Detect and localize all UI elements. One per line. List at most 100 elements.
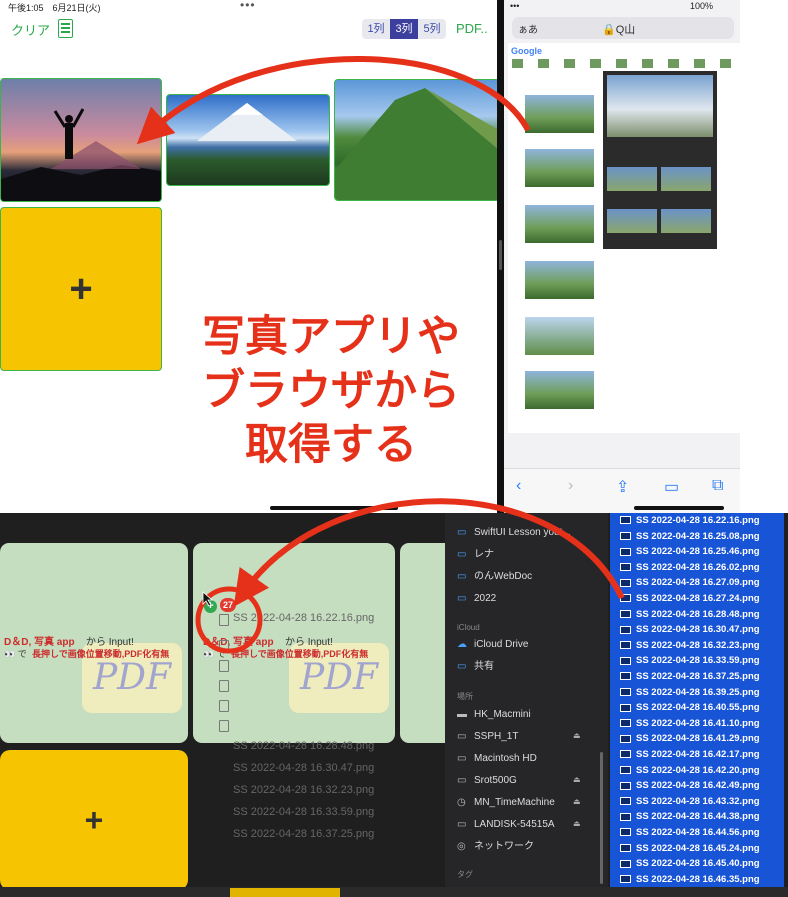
sidebar-location[interactable]: ▭ SSPH_1T [457,729,518,745]
file-row[interactable]: SS 2022-04-28 16.30.47.png [620,624,760,635]
file-row[interactable]: SS 2022-04-28 16.45.24.png [620,843,760,854]
address-bar[interactable]: ぁあ 🔒Q山 [512,17,734,39]
related-search-thumb[interactable] [694,59,705,68]
file-row[interactable]: SS 2022-04-28 16.42.49.png [620,780,760,791]
related-search-thumb[interactable] [512,59,523,68]
file-row[interactable]: SS 2022-04-28 16.40.55.png [620,702,760,713]
file-row[interactable]: SS 2022-04-28 16.33.59.png [620,655,760,666]
sidebar-label: 共有 [474,661,494,672]
eject-icon[interactable]: ⏏ [573,819,581,828]
add-image-tile[interactable]: + [0,750,188,890]
column-segmented-control[interactable]: 1列 3列 5列 [362,19,446,39]
png-file-icon [620,672,631,681]
sidebar-shared[interactable]: ▭ 共有 [457,659,494,675]
file-row[interactable]: SS 2022-04-28 16.42.17.png [620,749,760,760]
eject-icon[interactable]: ⏏ [573,775,581,784]
caption-line: ブラウザから [202,366,460,416]
sidebar-folder[interactable]: ▭ 2022 [457,591,496,607]
add-image-tile[interactable]: + [0,207,162,371]
safari-dots-icon[interactable]: ••• [510,1,519,11]
related-search-thumb[interactable] [642,59,653,68]
file-row[interactable]: SS 2022-04-28 16.22.16.png [620,515,760,526]
tabs-icon[interactable]: ⧉ [712,477,723,495]
related-image[interactable] [661,167,711,191]
file-row[interactable]: SS 2022-04-28 16.27.09.png [620,577,760,588]
caption-line: 取得する [245,420,417,470]
forward-icon[interactable]: › [568,477,573,495]
file-row[interactable]: SS 2022-04-28 16.44.38.png [620,811,760,822]
related-search-thumb[interactable] [564,59,575,68]
eject-icon[interactable]: ⏏ [573,797,581,806]
reader-aa-button[interactable]: ぁあ [518,21,538,36]
eject-icon[interactable]: ⏏ [573,731,581,740]
related-search-thumb[interactable] [590,59,601,68]
file-row[interactable]: SS 2022-04-28 16.45.40.png [620,858,760,869]
segment-3-columns[interactable]: 3列 [390,19,418,39]
folder-icon: ▭ [457,593,467,604]
share-icon[interactable]: ⇪ [616,477,629,497]
segment-5-columns[interactable]: 5列 [418,19,446,39]
home-indicator[interactable] [270,506,398,510]
pdf-button[interactable]: PDF.. [456,21,488,36]
file-row[interactable]: SS 2022-04-28 16.27.24.png [620,593,760,604]
document-icon[interactable] [58,19,73,38]
result-image[interactable] [525,95,594,133]
result-image[interactable] [525,205,594,243]
file-row[interactable]: SS 2022-04-28 16.32.23.png [620,640,760,651]
related-image[interactable] [607,209,657,233]
related-search-thumb[interactable] [538,59,549,68]
sidebar-folder[interactable]: ▭ SwiftUI Lesson yout... [457,525,571,541]
split-view-handle[interactable] [499,240,502,270]
sidebar-location[interactable]: ▭ LANDISK-54515A [457,817,555,833]
related-search-thumb[interactable] [616,59,627,68]
dragged-file-name: SS 2022-04-28 16.37.25.png [233,828,375,840]
google-image-results: Google [508,43,740,433]
sidebar-location[interactable]: ◎ ネットワーク [457,839,534,855]
file-row[interactable]: SS 2022-04-28 16.44.56.png [620,827,760,838]
file-row[interactable]: SS 2022-04-28 16.41.10.png [620,718,760,729]
bookmarks-icon[interactable]: ▭ [664,477,679,497]
sidebar-scrollbar[interactable] [600,752,603,884]
preview-image[interactable] [607,75,713,137]
sidebar-location[interactable]: ▬ HK_Macmini [457,707,531,723]
file-row[interactable]: SS 2022-04-28 16.25.08.png [620,531,760,542]
multitask-dots-icon[interactable]: ••• [240,0,256,12]
related-image[interactable] [661,209,711,233]
related-search-thumb[interactable] [720,59,731,68]
time-machine-icon: ◷ [457,797,466,808]
back-icon[interactable]: ‹ [516,477,521,495]
result-image[interactable] [525,371,594,409]
safari-home-indicator[interactable] [634,506,724,510]
result-image[interactable] [525,261,594,299]
sidebar-icloud-drive[interactable]: ☁ iCloud Drive [457,637,528,653]
sidebar-location[interactable]: ▭ Macintosh HD [457,751,537,767]
related-image[interactable] [607,167,657,191]
segment-1-column[interactable]: 1列 [362,19,390,39]
file-name: SS 2022-04-28 16.26.02.png [636,561,760,573]
file-row[interactable]: SS 2022-04-28 16.41.29.png [620,733,760,744]
grid-tile-drop-target[interactable]: PDF D＆D, 写真 app から Input! 👀 で 長押しで画像位置移動… [0,543,188,743]
photo-green-ridge[interactable] [334,79,500,201]
sidebar-location[interactable]: ▭ Srot500G [457,773,517,789]
file-row[interactable]: SS 2022-04-28 16.26.02.png [620,562,760,573]
image-preview-panel[interactable] [603,71,717,249]
png-file-icon [620,859,631,868]
file-row[interactable]: SS 2022-04-28 16.28.48.png [620,609,760,620]
file-row[interactable]: SS 2022-04-28 16.46.35.png [620,874,760,885]
sidebar-folder[interactable]: ▭ レナ [457,547,494,563]
file-row[interactable]: SS 2022-04-28 16.39.25.png [620,687,760,698]
file-name: SS 2022-04-28 16.43.32.png [636,795,760,807]
file-row[interactable]: SS 2022-04-28 16.37.25.png [620,671,760,682]
png-file-icon [620,532,631,541]
result-image[interactable] [525,149,594,187]
sidebar-location[interactable]: ◷ MN_TimeMachine [457,795,555,811]
file-row[interactable]: SS 2022-04-28 16.43.32.png [620,796,760,807]
result-image[interactable] [525,317,594,355]
clear-button[interactable]: クリア [11,20,50,39]
file-row[interactable]: SS 2022-04-28 16.25.46.png [620,546,760,557]
sidebar-folder[interactable]: ▭ のんWebDoc [457,569,532,585]
file-row[interactable]: SS 2022-04-28 16.42.20.png [620,765,760,776]
photo-mount-fuji-lake[interactable] [166,94,330,186]
related-search-thumb[interactable] [668,59,679,68]
photo-climber-sunrise[interactable] [0,78,162,202]
